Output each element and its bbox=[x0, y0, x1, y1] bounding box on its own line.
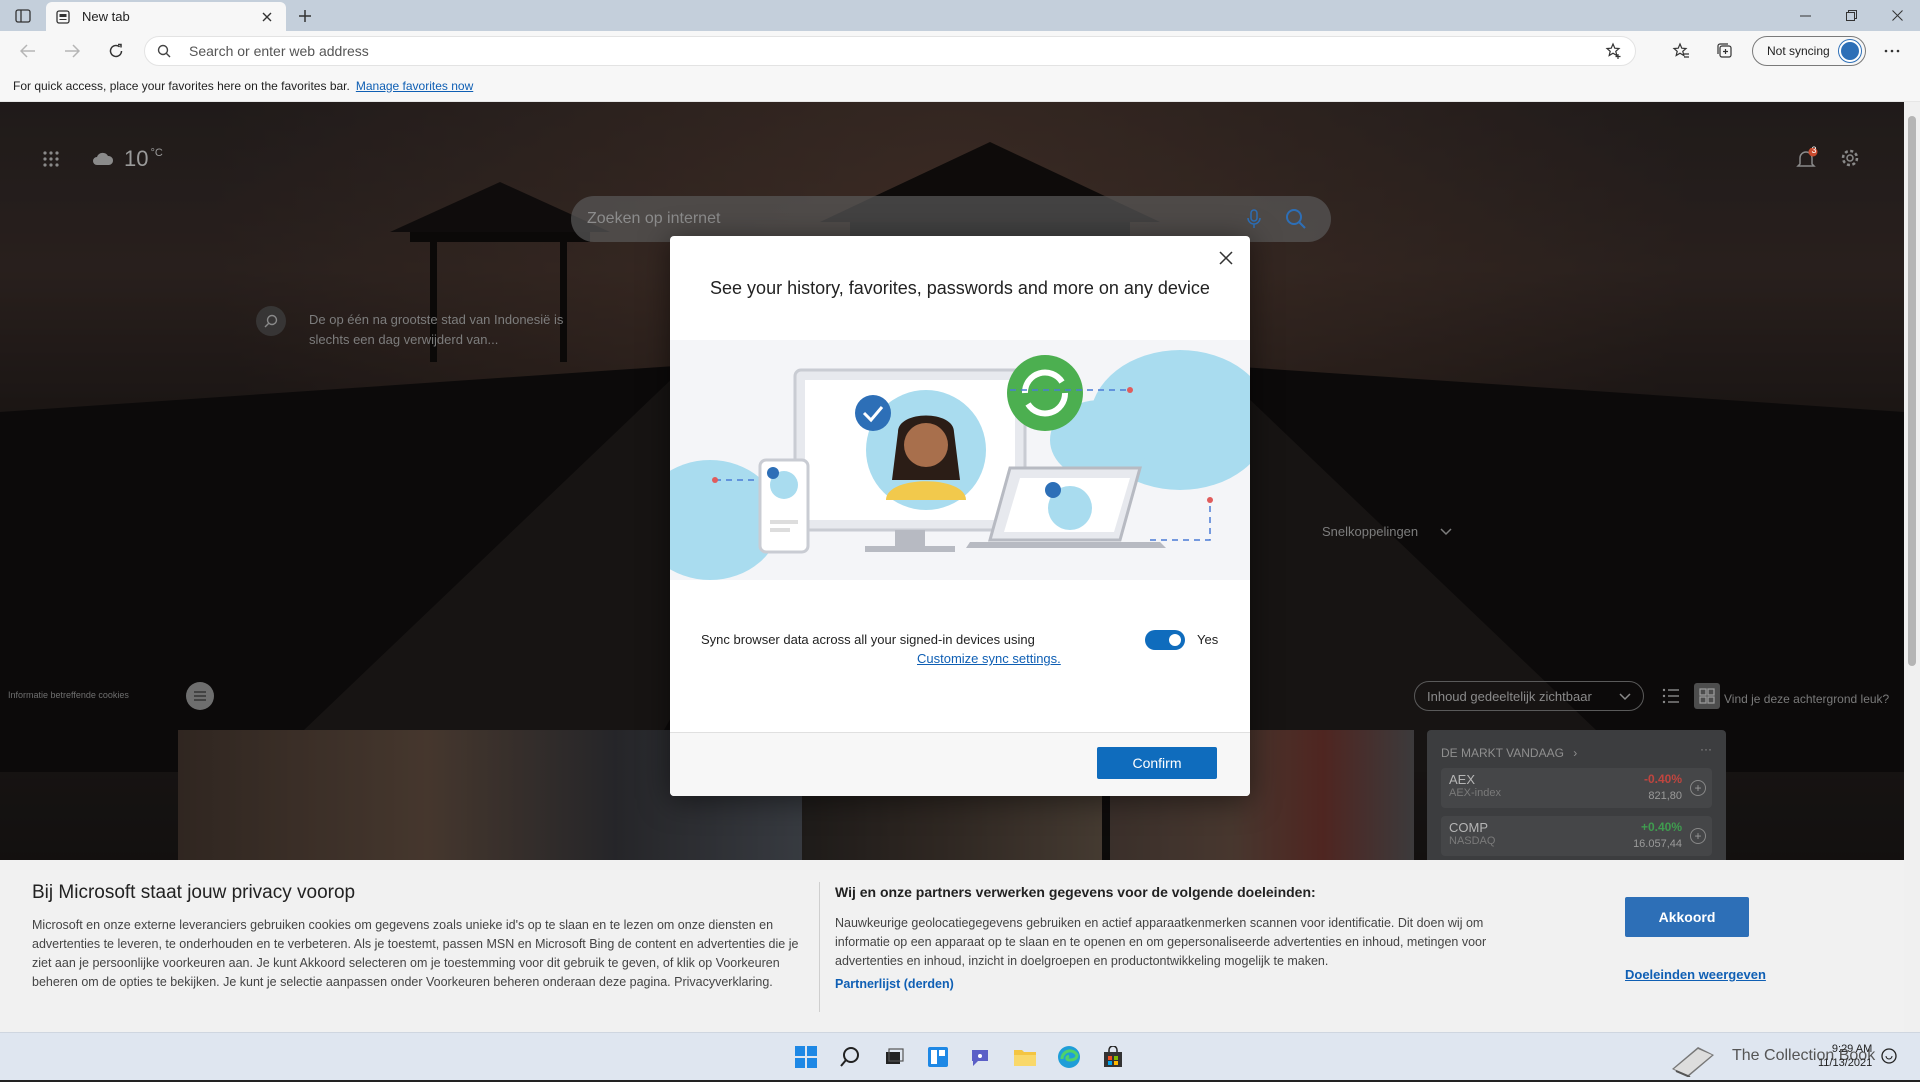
sync-status-label: Not syncing bbox=[1767, 44, 1830, 58]
privacy-consent-banner: Bij Microsoft staat jouw privacy voorop … bbox=[0, 860, 1904, 1032]
manage-favorites-link[interactable]: Manage favorites now bbox=[356, 79, 473, 93]
web-search-placeholder: Zoeken op internet bbox=[587, 210, 721, 227]
sync-dialog: See your history, favorites, passwords a… bbox=[670, 236, 1250, 796]
search-icon bbox=[157, 44, 175, 58]
toolbar: Search or enter web address Not syncing bbox=[0, 31, 1920, 70]
chevron-right-icon: › bbox=[1573, 746, 1578, 760]
close-tab-icon[interactable] bbox=[258, 8, 276, 26]
task-view-icon[interactable] bbox=[880, 1044, 906, 1070]
tab-title: New tab bbox=[82, 9, 130, 24]
temperature-unit: °C bbox=[150, 147, 163, 159]
favorites-bar-hint: For quick access, place your favorites h… bbox=[13, 78, 350, 93]
add-watchlist-icon[interactable]: + bbox=[1690, 828, 1706, 844]
minimize-icon[interactable] bbox=[1782, 0, 1828, 31]
address-placeholder: Search or enter web address bbox=[189, 43, 369, 59]
search-icon[interactable] bbox=[837, 1044, 863, 1070]
partners-body: Nauwkeurige geolocatiegegevens gebruiken… bbox=[835, 916, 1487, 968]
restore-icon[interactable] bbox=[1828, 0, 1874, 31]
quick-links-label: Snelkoppelingen bbox=[1322, 524, 1419, 539]
chevron-down-icon bbox=[1440, 528, 1452, 536]
system-clock[interactable]: 9:29 AM 11/13/2021 bbox=[1818, 1042, 1872, 1070]
taskbar: The Collection Book 9:29 AM 11/13/2021 bbox=[0, 1032, 1920, 1080]
clock-date: 11/13/2021 bbox=[1818, 1057, 1873, 1069]
trivia-search-icon[interactable] bbox=[256, 306, 286, 336]
dialog-title: See your history, favorites, passwords a… bbox=[710, 278, 1210, 298]
start-windows-icon[interactable] bbox=[793, 1044, 819, 1070]
accept-button[interactable]: Akkoord bbox=[1625, 897, 1749, 937]
back-arrow-icon[interactable] bbox=[15, 38, 41, 64]
tab-new-tab[interactable]: New tab bbox=[46, 2, 286, 31]
chevron-down-icon bbox=[1619, 693, 1631, 701]
favorites-icon[interactable] bbox=[1669, 39, 1693, 63]
add-watchlist-icon[interactable]: + bbox=[1690, 780, 1706, 796]
collections-icon[interactable] bbox=[1713, 39, 1737, 63]
content-visibility-label: Inhoud gedeeltelijk zichtbaar bbox=[1427, 688, 1592, 704]
quick-links-toggle[interactable]: Snelkoppelingen bbox=[1322, 524, 1452, 539]
weather-widget[interactable]: 10 °C bbox=[92, 146, 163, 172]
tab-actions-icon[interactable] bbox=[12, 6, 34, 26]
refresh-icon[interactable] bbox=[103, 38, 129, 64]
microsoft-store-icon[interactable] bbox=[1100, 1044, 1126, 1070]
page-scrollbar[interactable] bbox=[1904, 102, 1920, 1032]
grid-view-icon[interactable] bbox=[1694, 683, 1720, 709]
banner-divider bbox=[819, 882, 820, 1012]
customize-sync-link[interactable]: Customize sync settings. bbox=[917, 651, 1061, 666]
new-tab-button[interactable] bbox=[294, 5, 316, 27]
market-row[interactable]: AEX AEX-index -0.40% 821,80 + bbox=[1441, 768, 1712, 808]
add-favorite-icon[interactable] bbox=[1605, 42, 1623, 63]
notifications-bell-icon[interactable]: 3 bbox=[1796, 145, 1818, 175]
background-trivia[interactable]: De op één na grootste stad van Indonesië… bbox=[309, 310, 569, 350]
content-visibility-dropdown[interactable]: Inhoud gedeeltelijk zichtbaar bbox=[1414, 681, 1644, 711]
cloud-icon bbox=[93, 152, 114, 165]
market-value: 16.057,44 bbox=[1633, 838, 1682, 850]
book-logo-icon bbox=[1668, 1041, 1718, 1082]
teams-chat-icon[interactable] bbox=[968, 1044, 994, 1070]
market-value: 821,80 bbox=[1648, 790, 1682, 802]
market-row[interactable]: COMP NASDAQ +0.40% 16.057,44 + bbox=[1441, 816, 1712, 856]
notification-center-icon[interactable] bbox=[1880, 1047, 1898, 1070]
widgets-icon[interactable] bbox=[925, 1044, 951, 1070]
microphone-icon[interactable] bbox=[1247, 209, 1261, 234]
close-dialog-icon[interactable] bbox=[1214, 246, 1238, 270]
close-window-icon[interactable] bbox=[1874, 0, 1920, 31]
privacy-title: Bij Microsoft staat jouw privacy voorop bbox=[32, 882, 356, 903]
profile-sync-button[interactable]: Not syncing bbox=[1752, 36, 1866, 66]
new-tab-page-icon bbox=[56, 9, 72, 25]
title-bar: New tab bbox=[0, 0, 1920, 31]
sync-toggle-label: Yes bbox=[1197, 632, 1219, 647]
list-view-icon[interactable] bbox=[1662, 688, 1680, 709]
partner-list-link[interactable]: Partnerlijst (derden) bbox=[835, 977, 954, 991]
market-title: DE MARKT VANDAAG bbox=[1441, 746, 1564, 760]
toggle-knob bbox=[1169, 634, 1181, 646]
feed-menu-icon[interactable] bbox=[186, 682, 214, 710]
forward-arrow-icon[interactable] bbox=[59, 38, 85, 64]
profile-avatar bbox=[1839, 40, 1861, 62]
sync-toggle[interactable] bbox=[1145, 630, 1185, 650]
cookie-info-link[interactable]: Informatie betreffende cookies bbox=[8, 690, 129, 700]
notification-count: 3 bbox=[1811, 145, 1817, 155]
sync-devices-illustration bbox=[670, 340, 1250, 580]
partners-title: Wij en onze partners verwerken gegevens … bbox=[835, 884, 1316, 900]
market-change: -0.40% bbox=[1643, 772, 1682, 786]
background-feedback-prompt[interactable]: Vind je deze achtergrond leuk? bbox=[1724, 692, 1889, 706]
privacy-body: Microsoft en onze externe leveranciers g… bbox=[32, 918, 799, 989]
more-options-icon[interactable] bbox=[1880, 39, 1904, 63]
clock-time: 9:29 AM bbox=[1831, 1043, 1873, 1055]
market-change: +0.40% bbox=[1640, 820, 1682, 834]
view-purposes-link[interactable]: Doeleinden weergeven bbox=[1625, 967, 1766, 982]
scrollbar-thumb[interactable] bbox=[1908, 116, 1916, 666]
edge-browser-icon[interactable] bbox=[1056, 1044, 1082, 1070]
address-bar[interactable]: Search or enter web address bbox=[144, 36, 1636, 66]
search-icon[interactable] bbox=[1285, 208, 1307, 235]
page-settings-gear-icon[interactable] bbox=[1840, 148, 1860, 173]
favorites-bar: For quick access, place your favorites h… bbox=[0, 70, 1920, 102]
sync-description: Sync browser data across all your signed… bbox=[701, 632, 1035, 647]
confirm-button[interactable]: Confirm bbox=[1097, 747, 1217, 779]
more-options-icon[interactable]: ··· bbox=[1700, 742, 1712, 756]
apps-grid-icon[interactable] bbox=[42, 150, 62, 170]
file-explorer-icon[interactable] bbox=[1012, 1044, 1038, 1070]
dialog-footer: Confirm bbox=[670, 732, 1250, 796]
temperature: 10 bbox=[124, 146, 149, 171]
